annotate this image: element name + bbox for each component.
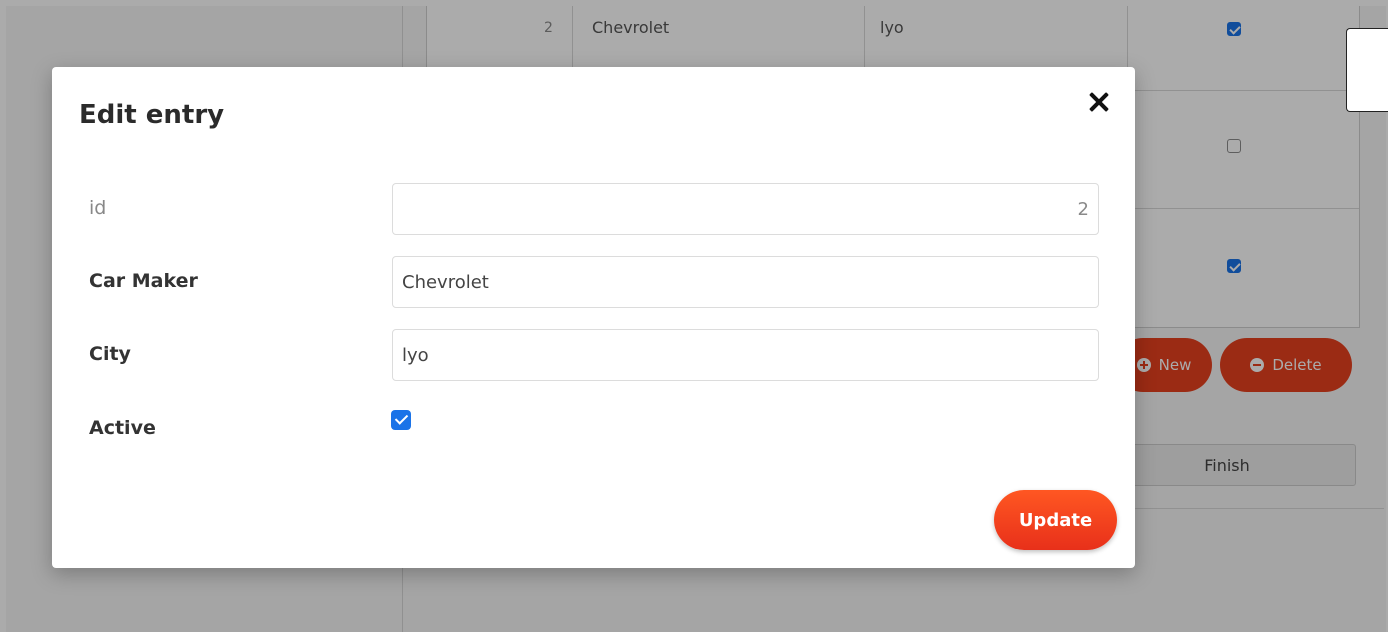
id-field[interactable] [392, 183, 1099, 235]
edit-entry-dialog: Edit entry id Car Maker City Active Upda… [52, 67, 1135, 568]
car-maker-field[interactable] [392, 256, 1099, 308]
active-label: Active [89, 417, 156, 439]
city-label: City [89, 343, 131, 365]
id-label: id [89, 197, 107, 219]
city-field[interactable] [392, 329, 1099, 381]
side-panel-edge [1346, 28, 1388, 112]
active-checkbox[interactable] [391, 410, 411, 430]
close-icon[interactable] [1088, 91, 1110, 113]
update-button[interactable]: Update [994, 490, 1117, 550]
screen: 2 Chevrolet lyo New Delete Finish Edit e… [0, 0, 1388, 632]
car-maker-label: Car Maker [89, 270, 198, 292]
dialog-title: Edit entry [79, 100, 225, 130]
